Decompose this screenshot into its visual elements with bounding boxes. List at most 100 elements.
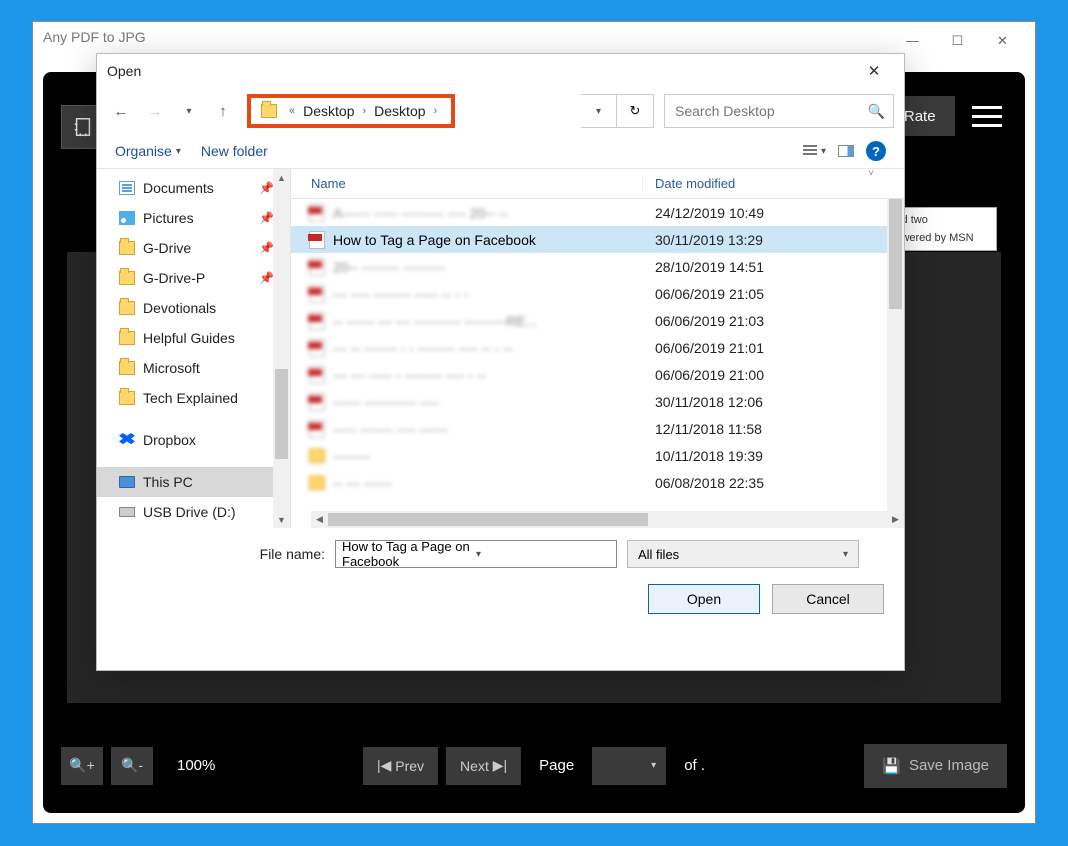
file-row[interactable]: 20-- -------- ---------28/10/2019 14:51 bbox=[291, 253, 904, 280]
refresh-button[interactable]: ↻ bbox=[616, 94, 654, 128]
next-page-button[interactable]: Next ▶| bbox=[446, 747, 521, 785]
file-name: How to Tag a Page on Facebook bbox=[333, 232, 536, 248]
sidebar-item-label: USB Drive (D:) bbox=[143, 504, 236, 520]
view-mode-button[interactable]: ▾ bbox=[803, 145, 826, 157]
menu-button[interactable] bbox=[967, 96, 1007, 136]
sidebar-item-devotionals[interactable]: Devotionals bbox=[97, 293, 290, 323]
scroll-up-icon[interactable]: ▲ bbox=[273, 169, 290, 186]
scroll-down-icon[interactable]: ▼ bbox=[273, 511, 290, 528]
file-name-label: File name: bbox=[115, 546, 325, 562]
first-icon: |◀ bbox=[377, 757, 391, 774]
file-date: 06/06/2019 21:00 bbox=[643, 367, 904, 383]
organise-button[interactable]: Organise ▾ bbox=[115, 143, 181, 159]
chevron-right-icon: › bbox=[430, 105, 442, 117]
column-date[interactable]: ˅ Date modified bbox=[643, 176, 904, 191]
sidebar-item-dropbox[interactable]: Dropbox bbox=[97, 425, 290, 455]
scrollbar-thumb[interactable] bbox=[328, 513, 648, 526]
file-name: -- --- ------ bbox=[333, 475, 392, 491]
file-row[interactable]: -- --- ------06/08/2018 22:35 bbox=[291, 469, 904, 496]
sidebar-item-g-drive[interactable]: G-Drive📌 bbox=[97, 233, 290, 263]
breadcrumb[interactable]: « Desktop › Desktop › bbox=[247, 94, 455, 128]
file-row[interactable]: -- ------ --- --- ---------- ---------RE… bbox=[291, 307, 904, 334]
file-name-input[interactable]: How to Tag a Page on Facebook ▾ bbox=[335, 540, 617, 568]
pin-icon: 📌 bbox=[259, 271, 274, 285]
pin-icon: 📌 bbox=[259, 211, 274, 225]
search-input[interactable] bbox=[673, 102, 868, 120]
save-icon: 💾 bbox=[882, 757, 901, 775]
scrollbar-thumb[interactable] bbox=[889, 199, 902, 309]
nav-forward-button[interactable]: → bbox=[141, 97, 169, 125]
scroll-left-icon[interactable]: ◀ bbox=[311, 514, 328, 525]
breadcrumb-seg-1[interactable]: Desktop bbox=[374, 103, 425, 119]
column-name[interactable]: Name bbox=[291, 176, 643, 191]
file-date: 12/11/2018 11:58 bbox=[643, 421, 904, 437]
file-name: -------- bbox=[333, 448, 370, 464]
file-row[interactable]: ------ ----------- ----30/11/2018 12:06 bbox=[291, 388, 904, 415]
sidebar-item-label: This PC bbox=[143, 474, 193, 490]
file-name: --- ---- -------- ----- -- - - bbox=[333, 286, 468, 302]
scroll-right-icon[interactable]: ▶ bbox=[887, 514, 904, 525]
pdf-icon bbox=[309, 258, 325, 276]
preview-pane-button[interactable] bbox=[838, 145, 854, 157]
new-folder-button[interactable]: New folder bbox=[201, 143, 268, 159]
zoom-out-icon: 🔍- bbox=[121, 757, 143, 774]
file-row[interactable]: --- -- ------- - - -------- ---- -- - --… bbox=[291, 334, 904, 361]
pdf-icon bbox=[309, 231, 325, 249]
horizontal-scrollbar[interactable]: ◀ ▶ bbox=[311, 511, 904, 528]
rate-label: Rate bbox=[904, 108, 936, 125]
sidebar-item-tech-explained[interactable]: Tech Explained bbox=[97, 383, 290, 413]
zoom-out-button[interactable]: 🔍- bbox=[111, 747, 153, 785]
file-type-filter[interactable]: All files ▾ bbox=[627, 540, 859, 568]
file-date: 28/10/2019 14:51 bbox=[643, 259, 904, 275]
chevron-down-icon: ▾ bbox=[843, 549, 848, 560]
sidebar-item-documents[interactable]: Documents📌 bbox=[97, 173, 290, 203]
dialog-main: Documents📌Pictures📌G-Drive📌G-Drive-P📌Dev… bbox=[97, 168, 904, 528]
files-scrollbar[interactable] bbox=[887, 199, 904, 512]
sidebar-item-label: Helpful Guides bbox=[143, 330, 235, 346]
dialog-toolbar: Organise ▾ New folder ▾ ? bbox=[97, 134, 904, 168]
sidebar-item-label: G-Drive bbox=[143, 240, 191, 256]
search-box[interactable]: 🔍 bbox=[664, 94, 894, 128]
folder-icon bbox=[119, 301, 135, 315]
chevron-down-icon[interactable]: ▾ bbox=[476, 549, 610, 560]
file-row[interactable]: How to Tag a Page on Facebook30/11/2019 … bbox=[291, 226, 904, 253]
cancel-button[interactable]: Cancel bbox=[772, 584, 884, 614]
file-row[interactable]: --------10/11/2018 19:39 bbox=[291, 442, 904, 469]
sidebar-item-usb-drive-d-[interactable]: USB Drive (D:) bbox=[97, 497, 290, 527]
address-dropdown-button[interactable]: ▾ bbox=[581, 94, 617, 128]
list-view-icon bbox=[803, 145, 817, 157]
sidebar-item-microsoft[interactable]: Microsoft bbox=[97, 353, 290, 383]
scrollbar-thumb[interactable] bbox=[275, 369, 288, 459]
zoom-in-icon: 🔍+ bbox=[69, 757, 95, 774]
help-button[interactable]: ? bbox=[866, 141, 886, 161]
sidebar-item-pictures[interactable]: Pictures📌 bbox=[97, 203, 290, 233]
page-icon bbox=[72, 116, 94, 138]
file-row[interactable]: --- --- ----- - -------- ---- - --06/06/… bbox=[291, 361, 904, 388]
sidebar-item-g-drive-p[interactable]: G-Drive-P📌 bbox=[97, 263, 290, 293]
page-select[interactable]: ▾ bbox=[592, 747, 666, 785]
nav-recent-button[interactable]: ▾ bbox=[175, 97, 203, 125]
file-row[interactable]: A------ ----- --------- ---- 20-- --24/1… bbox=[291, 199, 904, 226]
prev-page-button[interactable]: |◀ Prev bbox=[363, 747, 438, 785]
maximize-button[interactable]: ☐ bbox=[935, 26, 980, 48]
nav-back-button[interactable]: ← bbox=[107, 97, 135, 125]
pdf-icon bbox=[309, 339, 325, 357]
dialog-close-button[interactable]: ✕ bbox=[854, 57, 894, 85]
save-image-button[interactable]: 💾 Save Image bbox=[864, 744, 1007, 788]
breadcrumb-seg-0[interactable]: Desktop bbox=[303, 103, 354, 119]
file-date: 06/06/2019 21:01 bbox=[643, 340, 904, 356]
close-app-button[interactable]: ✕ bbox=[980, 26, 1025, 48]
file-row[interactable]: --- ---- -------- ----- -- - -06/06/2019… bbox=[291, 280, 904, 307]
open-button[interactable]: Open bbox=[648, 584, 760, 614]
pdf-icon bbox=[309, 204, 325, 222]
file-date: 06/06/2019 21:03 bbox=[643, 313, 904, 329]
sidebar-scrollbar[interactable]: ▲ ▼ bbox=[273, 169, 290, 528]
zoom-in-button[interactable]: 🔍+ bbox=[61, 747, 103, 785]
minimize-button[interactable]: — bbox=[890, 26, 935, 48]
file-row[interactable]: ----- ------- ---- ------12/11/2018 11:5… bbox=[291, 415, 904, 442]
sidebar-item-helpful-guides[interactable]: Helpful Guides bbox=[97, 323, 290, 353]
nav-up-button[interactable]: ↑ bbox=[209, 97, 237, 125]
open-dialog: Open ✕ ← → ▾ ↑ « Desktop › Desktop › ▾ ↻ bbox=[96, 53, 905, 671]
sidebar-item-this-pc[interactable]: This PC bbox=[97, 467, 290, 497]
file-name: -- ------ --- --- ---------- ---------RE… bbox=[333, 313, 537, 329]
